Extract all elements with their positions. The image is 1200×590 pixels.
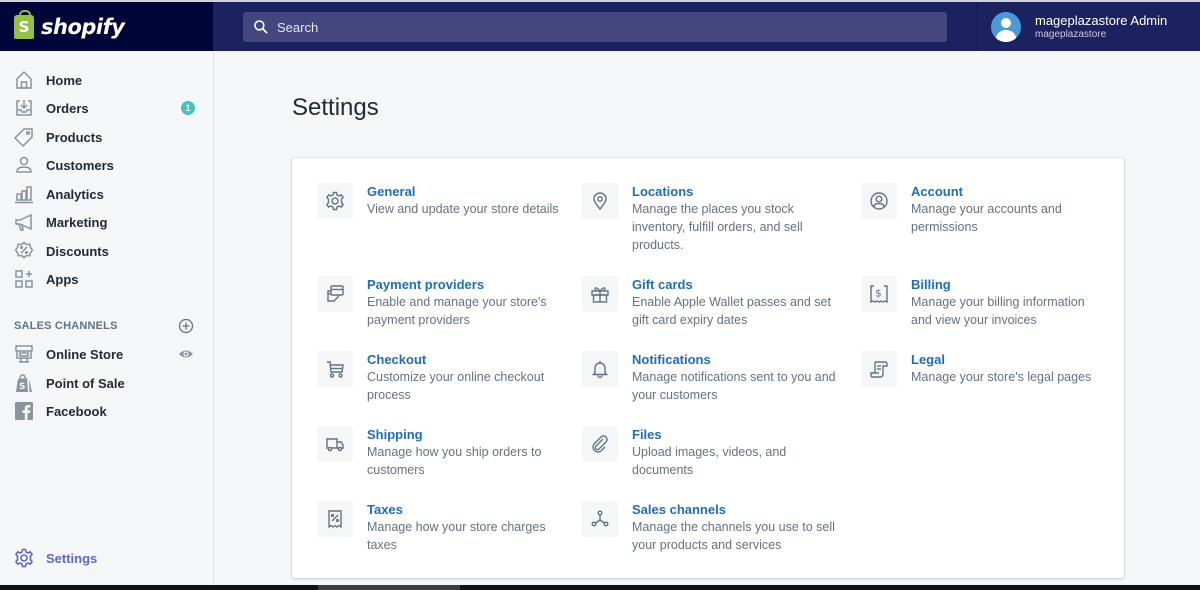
setting-title[interactable]: General [367, 184, 559, 200]
svg-text:S: S [19, 382, 25, 392]
sidebar-item-home[interactable]: Home [0, 66, 213, 94]
setting-shipping[interactable]: Shipping Manage how you ship orders to cu… [317, 426, 567, 479]
setting-description: Manage the places you stock inventory, f… [632, 202, 803, 252]
setting-description: Manage how you ship orders to customers [367, 445, 542, 477]
setting-billing[interactable]: $ Billing Manage your billing information… [861, 276, 1101, 329]
os-taskbar [0, 585, 1200, 590]
gift-icon [591, 287, 609, 303]
shopify-logo[interactable]: S shopify [0, 2, 213, 51]
payment-icon [327, 285, 344, 302]
setting-title[interactable]: Billing [911, 277, 1101, 293]
setting-notifications[interactable]: Notifications Manage notifications sent t… [582, 351, 842, 404]
setting-checkout[interactable]: Checkout Customize your online checkout p… [317, 351, 567, 404]
setting-description: Manage your billing information and view… [911, 295, 1085, 327]
discount-icon [14, 241, 34, 261]
setting-title[interactable]: Locations [632, 184, 842, 200]
setting-locations[interactable]: Locations Manage the places you stock inv… [582, 183, 842, 254]
setting-description: Manage your accounts and permissions [911, 202, 1062, 234]
taskbar-active-segment [318, 585, 460, 590]
account-icon [870, 192, 888, 210]
setting-legal[interactable]: Legal Manage your store's legal pages [861, 351, 1101, 387]
analytics-icon [14, 184, 34, 204]
customer-icon [14, 155, 34, 175]
user-name: mageplazastore Admin [1035, 12, 1168, 28]
apps-icon [14, 269, 34, 289]
location-icon [593, 192, 607, 211]
user-menu[interactable]: mageplazastore Admin mageplazastore [976, 2, 1200, 51]
orders-icon [14, 98, 34, 118]
truck-icon [326, 438, 344, 452]
search-icon [254, 20, 268, 34]
plus-circle-icon [178, 318, 194, 334]
gear-icon [14, 548, 34, 568]
setting-description: Manage notifications sent to you and you… [632, 370, 836, 402]
setting-taxes[interactable]: Taxes Manage how your store charges taxes [317, 501, 567, 554]
shopify-bag-icon: S [14, 9, 34, 39]
sales-channels-heading: SALES CHANNELS [14, 320, 118, 332]
settings-card: General View and update your store detail… [292, 158, 1124, 578]
sidebar-item-point-of-sale[interactable]: S Point of Sale [0, 369, 213, 397]
setting-description: Manage the channels you use to sell your… [632, 520, 835, 552]
setting-description: Manage how your store charges taxes [367, 520, 546, 552]
sidebar-item-facebook[interactable]: Facebook [0, 397, 213, 425]
setting-title[interactable]: Taxes [367, 502, 567, 518]
setting-payment-providers[interactable]: Payment providers Enable and manage your … [317, 276, 567, 329]
paperclip-icon [592, 435, 608, 453]
sidebar-item-settings[interactable]: Settings [0, 544, 213, 572]
tag-icon [14, 127, 34, 147]
setting-title[interactable]: Files [632, 427, 842, 443]
avatar [991, 11, 1021, 42]
page-title: Settings [292, 94, 379, 121]
gear-icon [326, 191, 344, 211]
setting-title[interactable]: Sales channels [632, 502, 842, 518]
setting-description: Enable and manage your store's payment p… [367, 295, 547, 327]
setting-account[interactable]: Account Manage your accounts and permissi… [861, 183, 1101, 236]
channels-icon [591, 510, 609, 527]
eye-icon [179, 350, 193, 358]
add-sales-channel-button[interactable] [178, 318, 194, 334]
setting-title[interactable]: Notifications [632, 352, 842, 368]
setting-gift-cards[interactable]: Gift cards Enable Apple Wallet passes and… [582, 276, 842, 329]
setting-files[interactable]: Files Upload images, videos, and document… [582, 426, 842, 479]
setting-title[interactable]: Gift cards [632, 277, 842, 293]
sidebar: Home Orders 1 Products Customers Analyti… [0, 51, 214, 585]
tax-icon [328, 510, 342, 529]
facebook-icon [14, 401, 34, 421]
setting-title[interactable]: Shipping [367, 427, 567, 443]
sidebar-item-orders[interactable]: Orders 1 [0, 94, 213, 122]
cart-icon [327, 361, 344, 378]
orders-count-badge: 1 [181, 101, 195, 115]
setting-description: Manage your store's legal pages [911, 370, 1092, 384]
setting-title[interactable]: Account [911, 184, 1101, 200]
setting-general[interactable]: General View and update your store detail… [317, 183, 567, 219]
setting-description: Enable Apple Wallet passes and set gift … [632, 295, 831, 327]
megaphone-icon [14, 212, 34, 232]
store-icon [14, 344, 34, 364]
setting-title[interactable]: Checkout [367, 352, 567, 368]
billing-icon: $ [870, 285, 888, 304]
pos-icon: S [14, 373, 34, 393]
shopify-wordmark: shopify [41, 14, 125, 39]
svg-text:$: $ [875, 289, 881, 300]
sidebar-item-apps[interactable]: Apps [0, 265, 213, 293]
search-input[interactable] [277, 19, 877, 35]
user-store: mageplazastore [1035, 28, 1107, 40]
setting-title[interactable]: Payment providers [367, 277, 567, 293]
sidebar-item-customers[interactable]: Customers [0, 151, 213, 179]
legal-icon [870, 361, 888, 378]
sidebar-item-discounts[interactable]: Discounts [0, 237, 213, 265]
top-bar: S shopify mageplazastore Admin mageplaza… [0, 0, 1200, 51]
sidebar-item-marketing[interactable]: Marketing [0, 208, 213, 236]
setting-sales-channels[interactable]: Sales channels Manage the channels you us… [582, 501, 842, 554]
setting-description: View and update your store details [367, 202, 559, 216]
sidebar-item-products[interactable]: Products [0, 123, 213, 151]
setting-title[interactable]: Legal [911, 352, 1091, 368]
view-online-store-button[interactable] [178, 346, 194, 362]
sidebar-item-analytics[interactable]: Analytics [0, 180, 213, 208]
home-icon [14, 70, 34, 90]
search-bar[interactable] [243, 12, 947, 42]
bell-icon [591, 361, 609, 379]
setting-description: Customize your online checkout process [367, 370, 545, 402]
setting-description: Upload images, videos, and documents [632, 445, 787, 477]
